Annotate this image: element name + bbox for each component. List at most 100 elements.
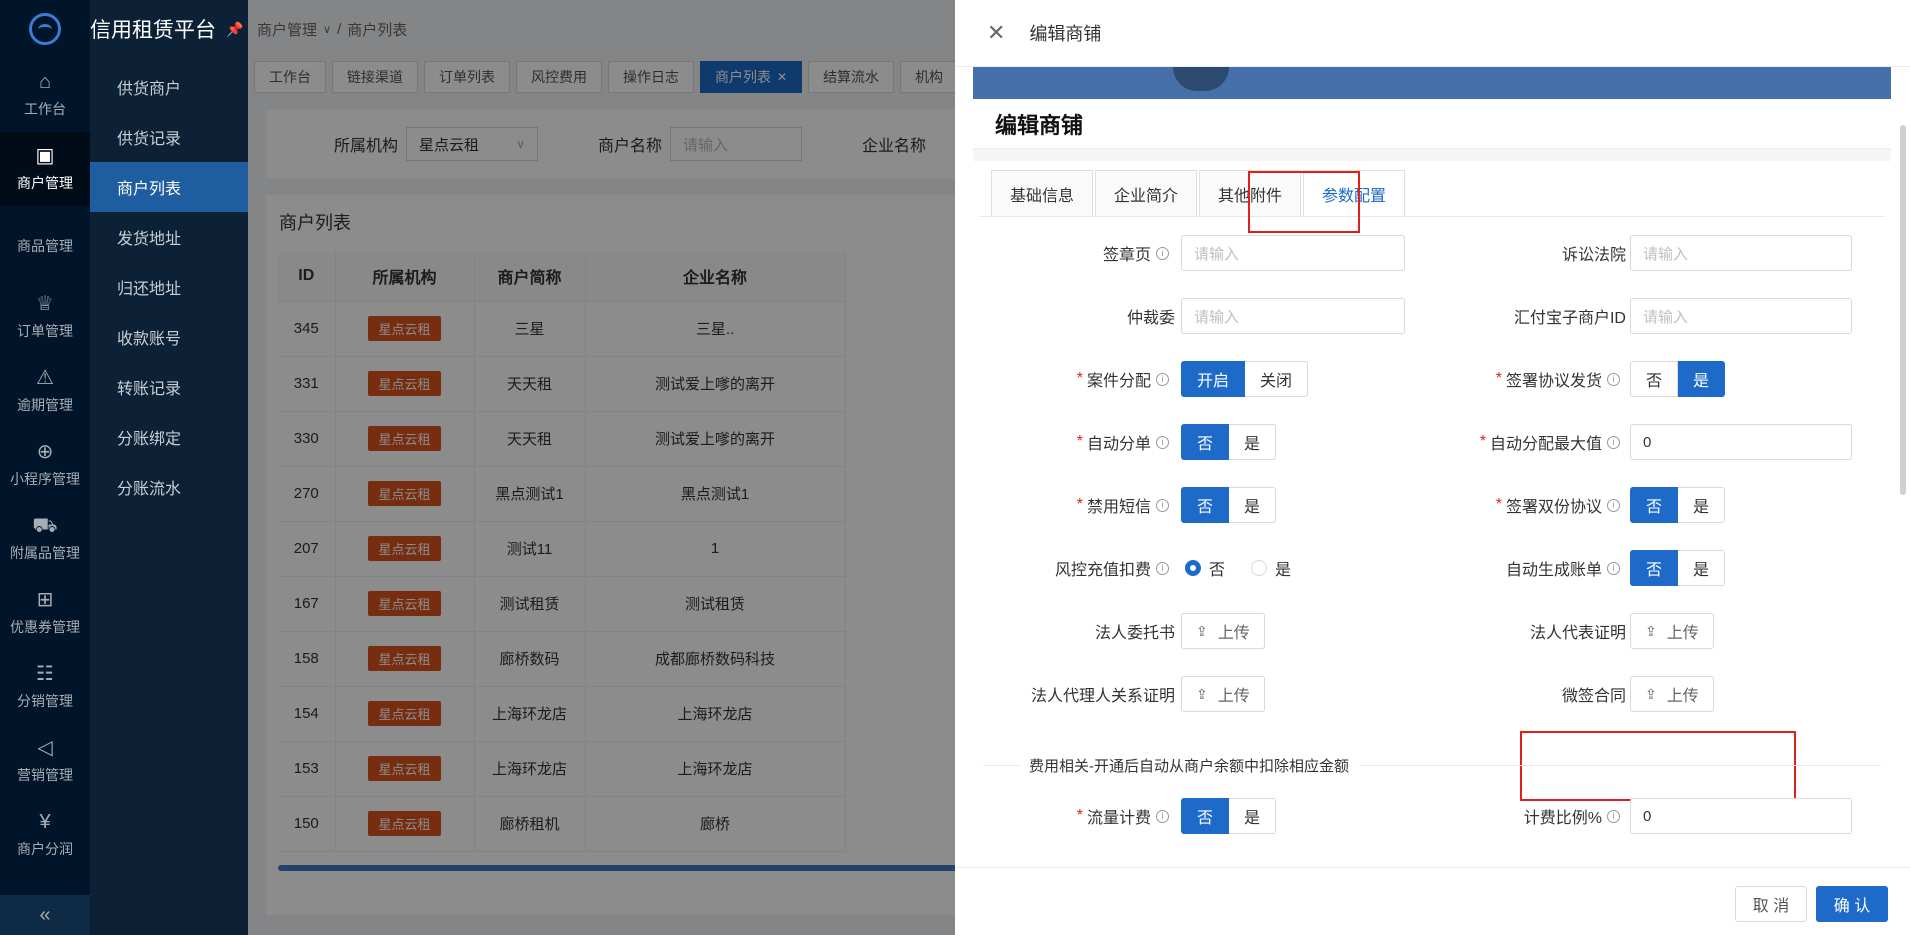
court-label: 诉讼法院 <box>1393 235 1626 271</box>
toggle-option[interactable]: 是 <box>1678 487 1726 523</box>
store-heading: 编辑商铺 <box>973 99 1891 149</box>
drawer-footer: 取 消 确 认 <box>955 867 1910 935</box>
court-input[interactable]: 请输入 <box>1630 235 1852 271</box>
submenu: 信用租赁平台 📌 供货商户 供货记录 商户列表 发货地址 归还地址 收款账号 转账记录 分账绑… <box>90 0 248 935</box>
rail-item-6[interactable]: ⛟ 附属品管理 <box>0 502 90 576</box>
toggle-option[interactable]: 否 <box>1181 798 1230 834</box>
confirm-button[interactable]: 确 认 <box>1816 886 1888 922</box>
config-tab[interactable]: 企业简介 <box>1095 170 1198 216</box>
toggle-option[interactable]: 否 <box>1630 487 1679 523</box>
toggle-option[interactable]: 否 <box>1181 487 1230 523</box>
upload-label: 上传 <box>1666 688 1699 705</box>
submenu-item[interactable]: 分账绑定 <box>90 412 248 462</box>
auto-split-toggle[interactable]: 否是 <box>1181 424 1277 460</box>
toggle-option[interactable]: 是 <box>1229 424 1277 460</box>
case-assign-toggle[interactable]: 开启 关闭 <box>1181 361 1309 397</box>
rail-item-4[interactable]: ⚠ 逾期管理 <box>0 354 90 428</box>
rail-item-8[interactable]: ☷ 分销管理 <box>0 650 90 724</box>
info-icon: i <box>1156 561 1169 575</box>
toggle-option[interactable]: 是 <box>1229 798 1277 834</box>
icon-rail: ⌂ 工作台 ▣ 商户管理 商品管理 ♕ 订单管理 ⚠ 逾期管理 ⊕ 小程序管理 ⛟ 附属品管理 ⊞ 优惠券管… <box>0 0 90 935</box>
toggle-option[interactable]: 否 <box>1181 424 1230 460</box>
submenu-item[interactable]: 发货地址 <box>90 212 248 262</box>
toggle-option[interactable]: 关闭 <box>1245 361 1309 397</box>
disable-sms-toggle[interactable]: 否是 <box>1181 487 1277 523</box>
case-assign-label-text: 案件分配 <box>1086 373 1151 390</box>
auto-max-input[interactable]: 0 <box>1630 424 1852 460</box>
dual-agreement-label-text: 签署双份协议 <box>1505 499 1602 516</box>
upload-icon: ⇪ <box>1196 622 1208 639</box>
legal-entrust-label: 法人委托书 <box>973 613 1175 649</box>
legal-entrust-upload-button[interactable]: ⇪ 上传 <box>1181 613 1265 649</box>
dual-agreement-toggle[interactable]: 否是 <box>1630 487 1726 523</box>
info-icon: i <box>1156 435 1169 449</box>
toggle-option[interactable]: 否 <box>1630 550 1679 586</box>
rail-item-label: 小程序管理 <box>10 471 80 487</box>
submenu-item[interactable]: 收款账号 <box>90 312 248 362</box>
drawer-title: 编辑商铺 <box>1029 24 1102 44</box>
drawer-scrollbar[interactable] <box>1900 125 1906 495</box>
collapse-sidebar-button[interactable]: « <box>0 895 90 935</box>
fee-ratio-input[interactable]: 0 <box>1630 798 1852 834</box>
rail-item-9[interactable]: ◁ 营销管理 <box>0 724 90 798</box>
micro-contract-label: 微签合同 <box>1393 676 1626 712</box>
toggle-option[interactable]: 是 <box>1678 550 1726 586</box>
store-banner <box>973 67 1891 99</box>
traffic-fee-toggle[interactable]: 否是 <box>1181 798 1277 834</box>
seal-page-input[interactable]: 请输入 <box>1181 235 1405 271</box>
info-icon: i <box>1607 435 1620 449</box>
traffic-fee-label: * 流量计费 i <box>973 798 1169 834</box>
rail-item-10[interactable]: ¥ 商户分润 <box>0 798 90 872</box>
submenu-item[interactable]: 转账记录 <box>90 362 248 412</box>
toggle-option[interactable]: 开启 <box>1181 361 1246 397</box>
auto-bill-toggle[interactable]: 否是 <box>1630 550 1726 586</box>
agent-relation-upload-button[interactable]: ⇪ 上传 <box>1181 676 1265 712</box>
rail-item-label: 优惠券管理 <box>10 619 80 635</box>
rail-item-label: 逾期管理 <box>17 397 73 413</box>
rail-item-1[interactable]: ▣ 商户管理 <box>0 132 90 206</box>
rail-item-3[interactable]: ♕ 订单管理 <box>0 280 90 354</box>
config-tab[interactable]: 基础信息 <box>991 170 1094 216</box>
toggle-option[interactable]: 是 <box>1229 487 1277 523</box>
cancel-button[interactable]: 取 消 <box>1735 886 1807 922</box>
rail-item-0[interactable]: ⌂ 工作台 <box>0 58 90 132</box>
submenu-item[interactable]: 供货记录 <box>90 112 248 162</box>
rail-item-2[interactable]: 商品管理 <box>0 206 90 280</box>
legal-rep-cert-upload-button[interactable]: ⇪ 上传 <box>1630 613 1714 649</box>
rail-item-5[interactable]: ⊕ 小程序管理 <box>0 428 90 502</box>
upload-icon: ⇪ <box>1196 685 1208 702</box>
dual-agreement-label: * 签署双份协议 i <box>1393 487 1620 523</box>
agent-relation-label-text: 法人代理人关系证明 <box>1030 688 1175 705</box>
submenu-item[interactable]: 供货商户 <box>90 62 248 112</box>
pin-icon[interactable]: 📌 <box>226 21 243 38</box>
case-assign-label: * 案件分配 i <box>973 361 1169 397</box>
arbitration-input[interactable]: 请输入 <box>1181 298 1405 334</box>
spacer <box>973 149 1891 161</box>
huifu-id-input[interactable]: 请输入 <box>1630 298 1852 334</box>
upload-label: 上传 <box>1217 625 1250 642</box>
submenu-item[interactable]: 分账流水 <box>90 462 248 512</box>
close-icon[interactable]: ✕ <box>987 20 1005 46</box>
huifu-id-label-text: 汇付宝子商户ID <box>1513 310 1626 327</box>
toggle-option[interactable]: 否 <box>1630 361 1679 397</box>
sign-ship-toggle[interactable]: 否是 <box>1630 361 1726 397</box>
upload-label: 上传 <box>1666 625 1699 642</box>
auto-max-label: * 自动分配最大值 i <box>1393 424 1620 460</box>
rail-item-7[interactable]: ⊞ 优惠券管理 <box>0 576 90 650</box>
submenu-item[interactable]: 商户列表 <box>90 162 248 212</box>
radio-yes[interactable] <box>1251 560 1268 576</box>
seal-page-label-text: 签章页 <box>1102 247 1151 264</box>
info-icon: i <box>1156 372 1169 386</box>
upload-label: 上传 <box>1217 688 1250 705</box>
logo-icon <box>29 13 61 45</box>
home-icon: ⌂ <box>38 71 52 93</box>
fee-section-title: 费用相关-开通后自动从商户余额中扣除相应金额 <box>1029 757 1349 775</box>
submenu-item[interactable]: 归还地址 <box>90 262 248 312</box>
seal-page-label: 签章页 i <box>973 235 1169 271</box>
auto-bill-label: 自动生成账单 i <box>1393 550 1620 586</box>
risk-recharge-label: 风控充值扣费 i <box>973 550 1169 586</box>
radio-no[interactable] <box>1185 560 1201 576</box>
micro-contract-upload-button[interactable]: ⇪ 上传 <box>1630 676 1714 712</box>
toggle-option[interactable]: 是 <box>1678 361 1726 397</box>
agent-relation-label: 法人代理人关系证明 <box>973 676 1175 712</box>
